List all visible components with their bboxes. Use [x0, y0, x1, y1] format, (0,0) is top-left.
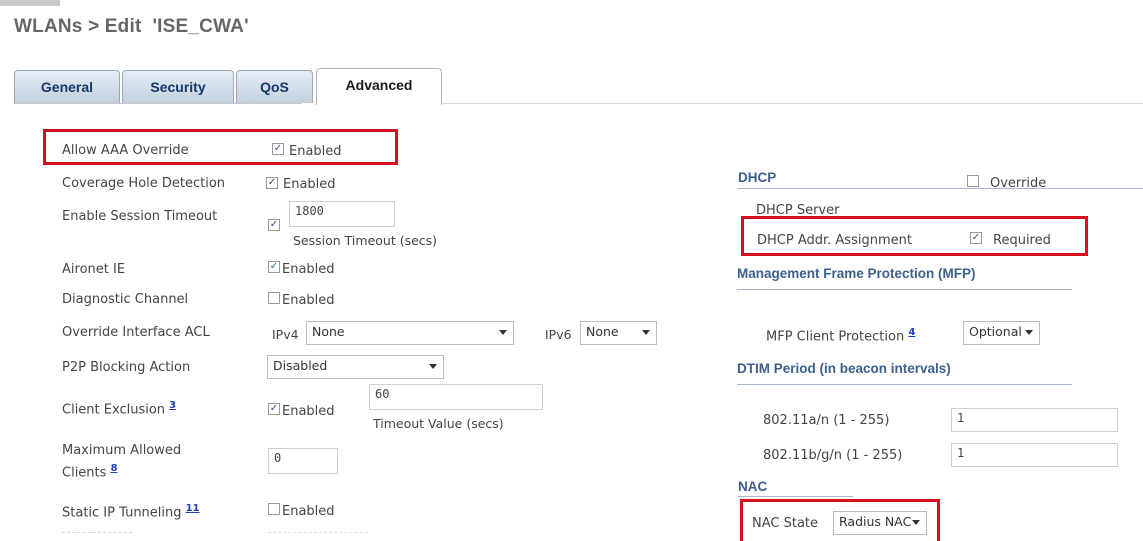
session-timeout-checkbox[interactable] — [268, 219, 280, 231]
coverage-hole-enabled-label: Enabled — [283, 177, 336, 192]
cutoff-row-hint — [62, 532, 132, 536]
static-ip-label-text: Static IP Tunneling — [62, 505, 182, 521]
client-exclusion-label: Client Exclusion 3 — [62, 400, 176, 417]
dhcp-server-override-label: Override — [990, 176, 1047, 191]
top-crop-bar — [0, 0, 60, 6]
tab-general[interactable]: General — [14, 70, 120, 103]
dtim-a-label: 802.11a/n (1 - 255) — [763, 413, 890, 428]
aironet-ie-checkbox[interactable] — [268, 261, 280, 273]
diagnostic-channel-checkbox[interactable] — [268, 292, 280, 304]
tab-advanced[interactable]: Advanced — [316, 68, 442, 105]
chevron-down-icon — [1025, 330, 1033, 335]
dtim-section-header: DTIM Period (in beacon intervals) — [737, 361, 951, 376]
ipv4-acl-value: None — [312, 324, 345, 339]
nac-section-header: NAC — [738, 479, 768, 494]
highlight-box-nac-state — [740, 499, 940, 541]
tab-underline — [14, 103, 302, 104]
static-ip-enabled-label: Enabled — [282, 504, 335, 519]
chevron-down-icon — [429, 364, 437, 369]
chevron-down-icon — [642, 330, 650, 335]
ipv4-label: IPv4 — [272, 327, 299, 342]
cutoff-row-hint-2 — [268, 532, 368, 536]
diagnostic-channel-enabled-label: Enabled — [282, 293, 335, 308]
max-clients-label: Maximum Allowed Clients 8 — [62, 442, 181, 482]
client-exclusion-caption: Timeout Value (secs) — [373, 416, 504, 431]
nac-section-rule — [738, 496, 853, 497]
mfp-client-label-text: MFP Client Protection — [766, 329, 905, 345]
tab-qos[interactable]: QoS — [236, 70, 313, 103]
static-ip-label: Static IP Tunneling 11 — [62, 503, 200, 520]
client-exclusion-enabled-label: Enabled — [282, 404, 335, 419]
highlight-box-dhcp-addr — [741, 216, 1088, 256]
mfp-client-value: Optional — [969, 324, 1022, 339]
tab-underline-right — [440, 103, 1143, 104]
session-timeout-caption: Session Timeout (secs) — [293, 233, 438, 248]
client-exclusion-footnote-link[interactable]: 3 — [169, 400, 176, 411]
highlight-box-aaa-override — [43, 129, 398, 165]
ipv4-acl-select[interactable]: None — [306, 321, 514, 345]
coverage-hole-label: Coverage Hole Detection — [62, 176, 226, 191]
ipv6-acl-value: None — [586, 324, 619, 339]
dhcp-section-rule — [738, 188, 1143, 189]
ipv6-label: IPv6 — [545, 327, 572, 342]
client-exclusion-timeout-input[interactable]: 60 — [369, 384, 543, 410]
chevron-down-icon — [499, 330, 507, 335]
diagnostic-channel-label: Diagnostic Channel — [62, 292, 189, 307]
mfp-client-footnote-link[interactable]: 4 — [908, 327, 915, 338]
static-ip-footnote-link[interactable]: 11 — [186, 503, 200, 514]
ipv6-acl-select[interactable]: None — [580, 321, 657, 345]
dtim-a-input[interactable]: 1 — [951, 408, 1118, 432]
max-clients-label-line2: Clients — [62, 465, 107, 481]
coverage-hole-checkbox[interactable] — [266, 177, 278, 189]
mfp-client-select[interactable]: Optional — [963, 321, 1040, 345]
p2p-blocking-value: Disabled — [273, 358, 328, 373]
mfp-section-header: Management Frame Protection (MFP) — [737, 266, 976, 281]
tab-security[interactable]: Security — [122, 70, 234, 103]
mfp-section-rule — [737, 289, 1072, 290]
max-clients-label-line1: Maximum Allowed — [62, 443, 182, 458]
page-title: WLANs > Edit 'ISE_CWA' — [14, 16, 249, 37]
aironet-ie-enabled-label: Enabled — [282, 262, 335, 277]
session-timeout-input[interactable]: 1800 — [289, 201, 395, 227]
dtim-b-input[interactable]: 1 — [951, 443, 1118, 467]
static-ip-checkbox[interactable] — [268, 503, 280, 515]
p2p-blocking-select[interactable]: Disabled — [267, 355, 444, 379]
max-clients-footnote-link[interactable]: 8 — [111, 463, 118, 474]
p2p-blocking-label: P2P Blocking Action — [62, 360, 191, 375]
dtim-section-rule — [737, 384, 1072, 385]
dtim-b-label: 802.11b/g/n (1 - 255) — [763, 448, 903, 463]
mfp-client-label: MFP Client Protection 4 — [766, 327, 915, 344]
dhcp-server-override-checkbox[interactable] — [967, 175, 979, 187]
dhcp-section-header: DHCP — [738, 170, 777, 185]
max-clients-input[interactable]: 0 — [268, 448, 338, 474]
session-timeout-label: Enable Session Timeout — [62, 209, 218, 224]
aironet-ie-label: Aironet IE — [62, 262, 126, 277]
client-exclusion-label-text: Client Exclusion — [62, 402, 166, 418]
client-exclusion-checkbox[interactable] — [268, 403, 280, 415]
override-acl-label: Override Interface ACL — [62, 325, 210, 340]
